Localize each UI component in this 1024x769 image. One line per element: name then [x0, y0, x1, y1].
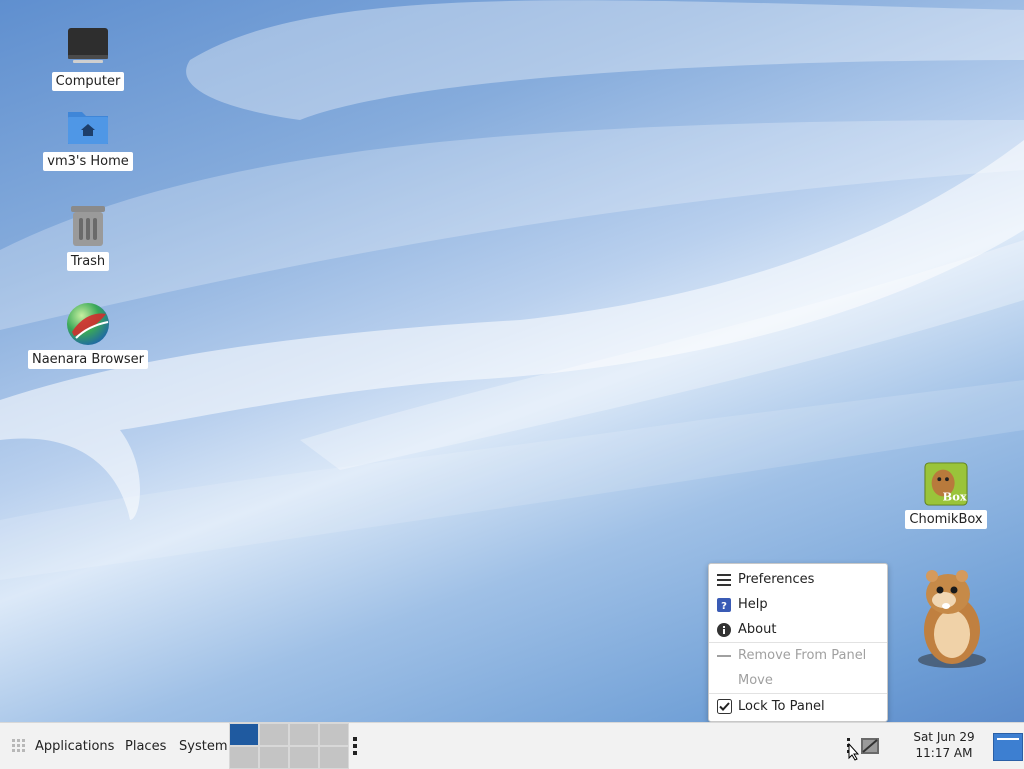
desktop-icon-label: vm3's Home [43, 152, 133, 171]
chomikbox-logo-text: Box [943, 489, 967, 503]
panel-handle-icon[interactable] [352, 737, 358, 759]
menu-item-help[interactable]: ? Help [709, 592, 887, 617]
desktop-icon-label: Computer [51, 72, 125, 91]
desktop[interactable]: Computer vm3's Home Trash Naenara Browse… [0, 0, 1024, 722]
clock-time: 11:17 AM [915, 746, 973, 760]
menu-item-label: Move [738, 673, 773, 688]
clock-date: Sat Jun 29 [913, 730, 975, 744]
workspace-2[interactable] [259, 723, 289, 746]
help-icon: ? [716, 597, 732, 613]
menu-item-label: Help [738, 597, 768, 612]
hamster-mascot-image [918, 570, 986, 668]
desktop-icon-naenara-browser[interactable]: Naenara Browser [27, 302, 149, 369]
bottom-panel: Applications Places System Sat Jun 29 11… [0, 722, 1024, 769]
remove-dash-icon [716, 648, 732, 664]
menu-grid-icon[interactable] [12, 739, 26, 757]
places-menu[interactable]: Places [125, 723, 166, 769]
desktop-icon-trash[interactable]: Trash [58, 204, 118, 271]
preferences-list-icon [716, 572, 732, 588]
checkbox-checked-icon [716, 699, 732, 715]
home-folder-icon [66, 104, 110, 148]
browser-globe-icon [66, 302, 110, 346]
show-desktop-button[interactable] [993, 733, 1023, 761]
computer-icon [66, 24, 110, 68]
mouse-cursor-icon [848, 742, 860, 765]
trash-icon [66, 204, 110, 248]
system-menu[interactable]: System [179, 723, 227, 769]
desktop-icon-label: ChomikBox [905, 510, 987, 529]
info-icon [716, 622, 732, 638]
menu-item-remove-from-panel[interactable]: Remove From Panel [709, 643, 887, 668]
workspace-5[interactable] [229, 746, 259, 769]
workspace-3[interactable] [289, 723, 319, 746]
panel-context-menu: Preferences ? Help About Remove From Pan… [708, 563, 888, 722]
menu-item-label: Preferences [738, 572, 815, 587]
workspace-switcher[interactable] [229, 723, 349, 769]
panel-clock[interactable]: Sat Jun 29 11:17 AM [900, 729, 988, 761]
desktop-icon-label: Naenara Browser [27, 350, 149, 369]
desktop-icon-computer[interactable]: Computer [50, 24, 126, 91]
desktop-icon-home[interactable]: vm3's Home [40, 104, 136, 171]
workspace-4[interactable] [319, 723, 349, 746]
svg-text:?: ? [721, 601, 727, 612]
workspace-7[interactable] [289, 746, 319, 769]
desktop-icon-label: Trash [66, 252, 110, 271]
menu-item-label: About [738, 622, 777, 637]
chomikbox-icon: Box [924, 462, 968, 506]
menu-item-label: Lock To Panel [738, 699, 825, 714]
menu-item-lock-to-panel[interactable]: Lock To Panel [709, 694, 887, 719]
workspace-6[interactable] [259, 746, 289, 769]
menu-item-preferences[interactable]: Preferences [709, 567, 887, 592]
network-tray-icon[interactable] [861, 738, 879, 758]
workspace-8[interactable] [319, 746, 349, 769]
menu-item-label: Remove From Panel [738, 648, 867, 663]
workspace-1[interactable] [229, 723, 259, 746]
desktop-icon-chomikbox[interactable]: Box ChomikBox [904, 462, 988, 529]
menu-item-move[interactable]: Move [709, 668, 887, 693]
applications-menu[interactable]: Applications [35, 723, 114, 769]
menu-item-about[interactable]: About [709, 617, 887, 642]
